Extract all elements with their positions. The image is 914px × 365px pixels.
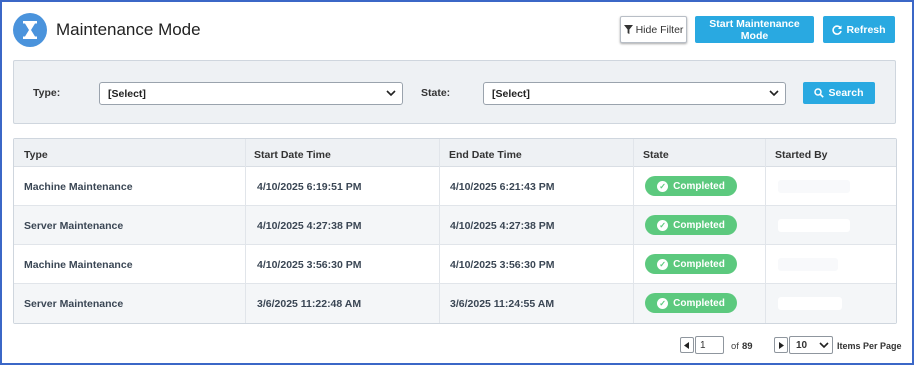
table-header: Type Start Date Time End Date Time State… bbox=[14, 139, 896, 167]
status-badge: ✓ Completed bbox=[645, 176, 737, 196]
page-size-select[interactable]: 10 bbox=[789, 336, 833, 354]
type-filter-label: Type: bbox=[33, 87, 61, 99]
table-row[interactable]: Machine Maintenance 4/10/2025 3:56:30 PM… bbox=[14, 245, 896, 284]
chevron-down-icon bbox=[819, 342, 829, 349]
cell-end: 4/10/2025 6:21:43 PM bbox=[450, 181, 555, 193]
items-per-page-label: Items Per Page bbox=[837, 341, 902, 351]
cell-start: 3/6/2025 11:22:48 AM bbox=[257, 298, 362, 310]
page-of-label: of bbox=[731, 341, 739, 352]
column-divider bbox=[765, 139, 766, 323]
refresh-icon bbox=[832, 24, 843, 35]
table-row[interactable]: Server Maintenance 3/6/2025 11:22:48 AM … bbox=[14, 284, 896, 323]
hide-filter-label: Hide Filter bbox=[635, 23, 684, 36]
cell-type: Server Maintenance bbox=[24, 298, 124, 310]
search-label: Search bbox=[828, 87, 864, 99]
next-page-button[interactable] bbox=[774, 337, 788, 353]
status-label: Completed bbox=[673, 180, 725, 192]
search-button[interactable]: Search bbox=[803, 82, 875, 104]
status-badge: ✓ Completed bbox=[645, 254, 737, 274]
previous-page-button[interactable] bbox=[680, 337, 694, 353]
table-row[interactable]: Machine Maintenance 4/10/2025 6:19:51 PM… bbox=[14, 167, 896, 206]
filter-panel: Type: [Select] State: [Select] Search bbox=[13, 60, 896, 124]
state-select[interactable]: [Select] bbox=[483, 82, 786, 105]
column-header-state[interactable]: State bbox=[643, 149, 669, 161]
column-divider bbox=[633, 139, 634, 323]
column-header-started-by[interactable]: Started By bbox=[775, 149, 828, 161]
status-label: Completed bbox=[673, 258, 725, 270]
search-icon bbox=[814, 88, 825, 98]
refresh-button[interactable]: Refresh bbox=[823, 16, 895, 43]
maintenance-table: Type Start Date Time End Date Time State… bbox=[13, 138, 897, 324]
page-number-input[interactable]: 1 bbox=[695, 336, 724, 354]
cell-type: Server Maintenance bbox=[24, 220, 124, 232]
triangle-right-icon bbox=[779, 341, 784, 349]
cell-type: Machine Maintenance bbox=[24, 181, 133, 193]
hourglass-icon bbox=[13, 13, 47, 47]
refresh-label: Refresh bbox=[846, 23, 886, 36]
filter-icon bbox=[623, 25, 633, 34]
page-title: Maintenance Mode bbox=[56, 20, 201, 39]
status-badge: ✓ Completed bbox=[645, 293, 737, 313]
start-maintenance-button[interactable]: Start Maintenance Mode bbox=[695, 16, 814, 43]
type-select[interactable]: [Select] bbox=[99, 82, 403, 105]
type-select-value: [Select] bbox=[108, 87, 146, 100]
status-label: Completed bbox=[673, 297, 725, 309]
status-label: Completed bbox=[673, 219, 725, 231]
app-frame: Maintenance Mode Hide Filter Start Maint… bbox=[0, 0, 914, 365]
check-icon: ✓ bbox=[657, 180, 669, 192]
cell-start: 4/10/2025 6:19:51 PM bbox=[257, 181, 362, 193]
cell-start: 4/10/2025 4:27:38 PM bbox=[257, 220, 362, 232]
cell-type: Machine Maintenance bbox=[24, 259, 133, 271]
column-header-start[interactable]: Start Date Time bbox=[254, 149, 331, 161]
check-icon: ✓ bbox=[657, 258, 669, 270]
hide-filter-button[interactable]: Hide Filter bbox=[620, 16, 687, 43]
cell-started-by bbox=[778, 180, 850, 193]
state-select-value: [Select] bbox=[492, 87, 530, 100]
column-divider bbox=[245, 139, 246, 323]
chevron-down-icon bbox=[386, 90, 396, 97]
triangle-left-icon bbox=[684, 341, 689, 349]
table-row[interactable]: Server Maintenance 4/10/2025 4:27:38 PM … bbox=[14, 206, 896, 245]
chevron-down-icon bbox=[769, 90, 779, 97]
column-header-type[interactable]: Type bbox=[24, 149, 48, 161]
cell-end: 3/6/2025 11:24:55 AM bbox=[450, 298, 555, 310]
total-pages: 89 bbox=[742, 341, 753, 352]
cell-end: 4/10/2025 3:56:30 PM bbox=[450, 259, 555, 271]
state-filter-label: State: bbox=[421, 87, 451, 99]
cell-start: 4/10/2025 3:56:30 PM bbox=[257, 259, 362, 271]
cell-started-by bbox=[778, 297, 842, 310]
page-size-value: 10 bbox=[796, 339, 808, 351]
cell-started-by bbox=[778, 219, 850, 232]
column-divider bbox=[439, 139, 440, 323]
column-header-end[interactable]: End Date Time bbox=[449, 149, 522, 161]
check-icon: ✓ bbox=[657, 297, 669, 309]
cell-started-by bbox=[778, 258, 838, 271]
check-icon: ✓ bbox=[657, 219, 669, 231]
status-badge: ✓ Completed bbox=[645, 215, 737, 235]
cell-end: 4/10/2025 4:27:38 PM bbox=[450, 220, 555, 232]
